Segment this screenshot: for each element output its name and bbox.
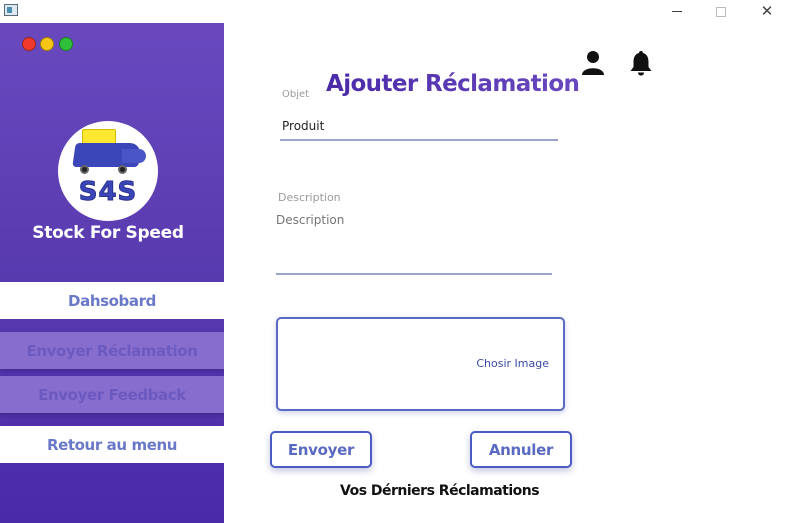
- sidebar-item-retour-menu[interactable]: Retour au menu: [0, 426, 224, 463]
- sidebar-item-label: Envoyer Réclamation: [26, 341, 198, 360]
- logo-wheel-icon: [118, 165, 127, 174]
- send-button-label: Envoyer: [287, 440, 355, 459]
- sidebar: S4S Stock For Speed Dahsobard Envoyer Ré…: [0, 23, 224, 523]
- sidebar-item-label: Retour au menu: [46, 435, 178, 454]
- minimize-icon: [672, 11, 682, 12]
- logo-wing-icon: [122, 149, 146, 163]
- objet-label: Objet: [282, 89, 310, 100]
- sidebar-item-envoyer-feedback[interactable]: Envoyer Feedback: [0, 376, 224, 413]
- objet-input[interactable]: [280, 113, 558, 141]
- recent-reclamations-title: Vos Dérniers Réclamations: [340, 483, 540, 499]
- user-icon[interactable]: [581, 50, 605, 76]
- main-content: Ajouter Réclamation Objet Description Ch…: [224, 23, 792, 523]
- cancel-button-label: Annuler: [488, 440, 554, 459]
- bell-icon[interactable]: [629, 50, 653, 76]
- image-upload-box[interactable]: Chosir Image: [276, 317, 565, 411]
- maximize-button[interactable]: [698, 0, 744, 23]
- choose-image-button[interactable]: Chosir Image: [476, 357, 549, 370]
- minimize-button[interactable]: [654, 0, 700, 23]
- sidebar-item-envoyer-reclamation[interactable]: Envoyer Réclamation: [0, 332, 224, 369]
- maximize-icon: [716, 6, 726, 17]
- app-window: ✕ S4S Stock For Speed Dahsobard Envoyer …: [0, 0, 792, 523]
- logo-text: S4S: [78, 177, 138, 208]
- logo-wheel-icon: [80, 165, 89, 174]
- sidebar-item-dashboard[interactable]: Dahsobard: [0, 282, 224, 319]
- close-button[interactable]: ✕: [744, 0, 790, 23]
- sidebar-item-label: Dahsobard: [68, 291, 156, 310]
- maximize-dot-icon[interactable]: [59, 37, 73, 51]
- brand-name: Stock For Speed: [32, 223, 184, 243]
- sidebar-item-label: Envoyer Feedback: [38, 385, 186, 404]
- logo: S4S: [58, 121, 158, 221]
- title-bar: ✕: [0, 0, 792, 23]
- page-title: Ajouter Réclamation: [326, 71, 580, 97]
- minimize-dot-icon[interactable]: [40, 37, 54, 51]
- close-dot-icon[interactable]: [22, 37, 36, 51]
- app-icon: [4, 4, 18, 16]
- cancel-button[interactable]: Annuler: [470, 431, 572, 468]
- close-icon: ✕: [760, 2, 774, 20]
- description-label: Description: [278, 191, 341, 204]
- send-button[interactable]: Envoyer: [270, 431, 372, 468]
